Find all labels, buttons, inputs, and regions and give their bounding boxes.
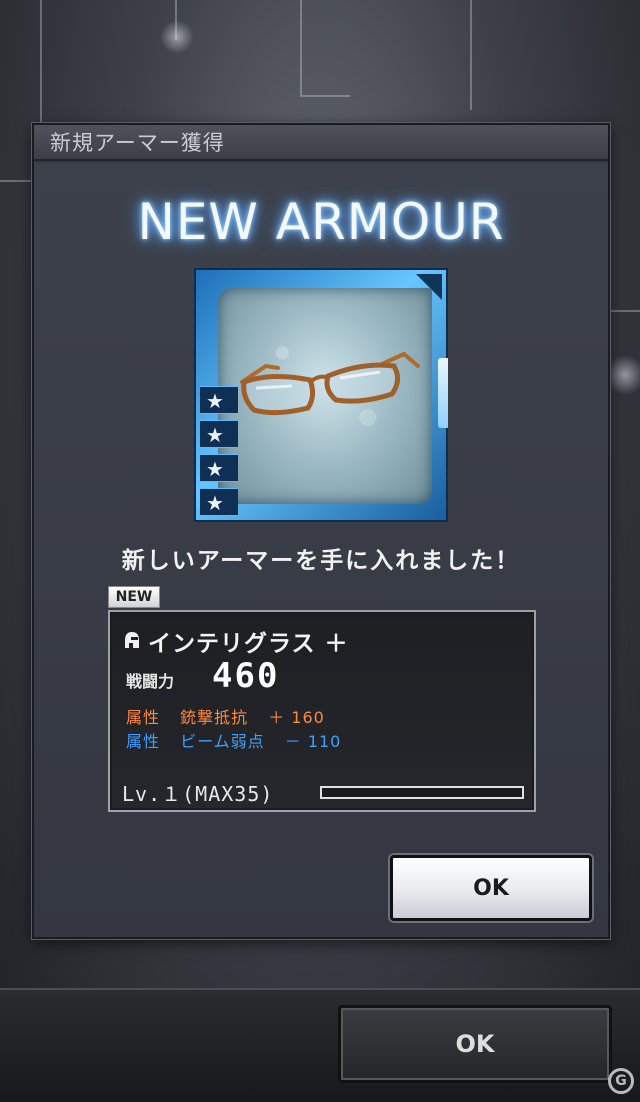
attribute-name: ビーム弱点 xyxy=(180,732,265,751)
background-ok-button[interactable]: OK xyxy=(338,1005,612,1083)
background-circuit-line xyxy=(610,310,640,312)
power-label: 戦闘力 xyxy=(126,672,175,691)
background-glow xyxy=(605,355,640,395)
attribute-label: 属性 xyxy=(126,708,161,727)
helmet-icon xyxy=(125,632,139,648)
acquired-message: 新しいアーマーを手に入れました！ xyxy=(121,548,521,574)
new-armour-dialog: 新規アーマー獲得 NEW ARMOUR ★ ★ ★ ★ 新しいアーマーを手に入れ… xyxy=(32,123,610,939)
background-circuit-line xyxy=(470,0,472,110)
attribute-row: 属性 ビーム弱点 － 110 xyxy=(126,728,355,752)
card-side-tab xyxy=(438,358,448,428)
ok-button[interactable]: OK xyxy=(390,855,592,921)
item-name-row: インテリグラス ＋ xyxy=(122,624,349,658)
attribute-label: 属性 xyxy=(126,732,161,751)
rarity-star-icon: ★ xyxy=(200,454,238,482)
background-circuit-line xyxy=(40,0,42,130)
armour-card: ★ ★ ★ ★ xyxy=(194,268,448,522)
glasses-icon xyxy=(240,352,420,416)
card-corner xyxy=(416,274,442,300)
attribute-value: ＋ 160 xyxy=(268,708,325,727)
attribute-name: 銃撃抵抗 xyxy=(180,708,249,727)
background-circuit-line xyxy=(300,95,350,97)
dialog-body: NEW ARMOUR ★ ★ ★ ★ 新しいアーマーを手に入れました！ NEW xyxy=(34,163,608,937)
watermark-logo-icon: G xyxy=(608,1068,634,1094)
attribute-value: － 110 xyxy=(284,732,342,751)
new-badge: NEW xyxy=(108,586,160,608)
dialog-title: 新規アーマー獲得 xyxy=(34,125,608,161)
level-progress-bar xyxy=(320,786,524,799)
background-circuit-line xyxy=(0,180,32,182)
item-name: インテリグラス ＋ xyxy=(148,631,349,657)
background-glow xyxy=(160,20,194,54)
attribute-row: 属性 銃撃抵抗 ＋ 160 xyxy=(126,704,339,728)
power-value: 460 xyxy=(212,656,280,696)
rarity-star-icon: ★ xyxy=(200,488,238,516)
new-armour-banner: NEW ARMOUR xyxy=(137,193,505,251)
background-circuit-line xyxy=(300,0,302,95)
level-text: Lv.１(MAX35) xyxy=(122,782,274,806)
armour-info-panel: インテリグラス ＋ 戦闘力 460 属性 銃撃抵抗 ＋ 160 属性 ビーム弱点… xyxy=(108,610,536,812)
